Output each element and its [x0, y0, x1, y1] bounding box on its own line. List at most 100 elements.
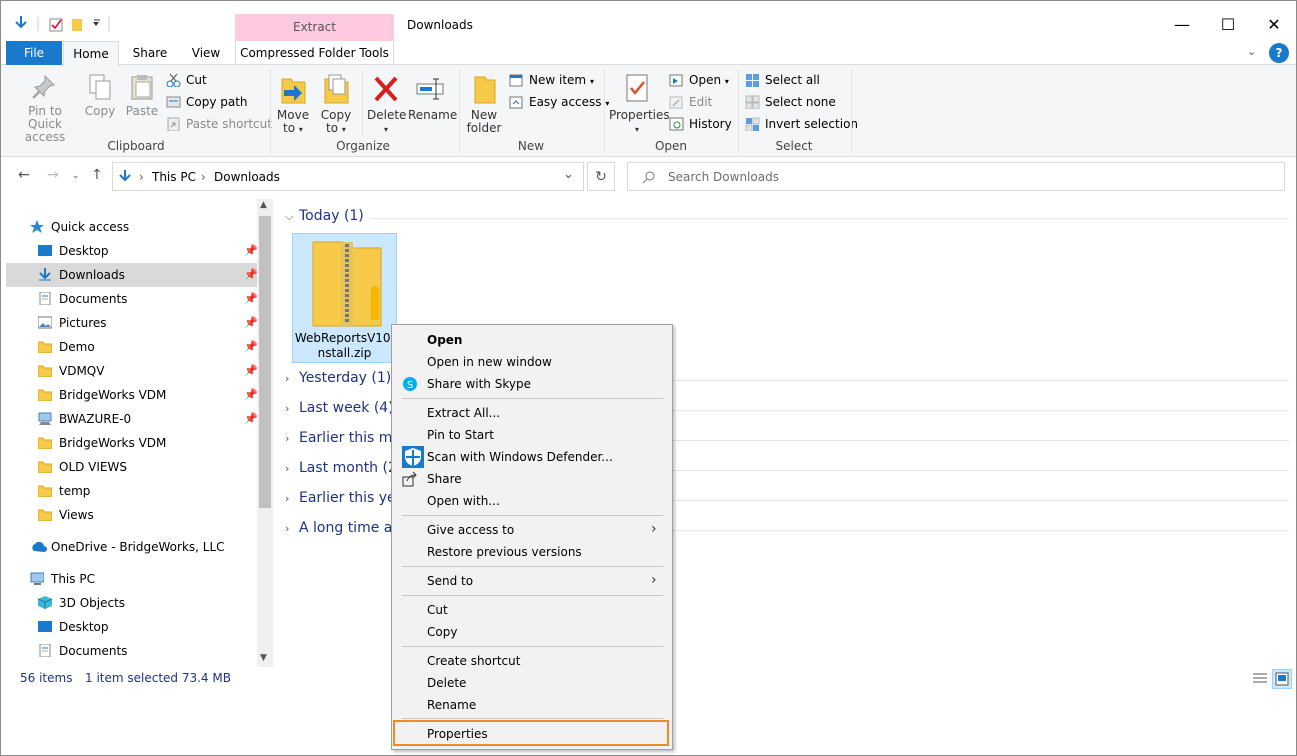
address-bar[interactable]: › This PC › Downloads ⌄	[112, 162, 584, 191]
rename-button[interactable]: Rename	[408, 73, 457, 122]
nav-pc-desktop[interactable]: Desktop	[6, 615, 257, 639]
menu-rename[interactable]: Rename	[427, 694, 476, 716]
properties-button[interactable]: Properties ▾	[609, 73, 670, 136]
menu-pin-to-start[interactable]: Pin to Start	[427, 424, 494, 446]
copy-path-button[interactable]: Copy path	[166, 92, 248, 112]
nav-item-pictures[interactable]: Pictures 📌	[6, 311, 258, 335]
pin-icon[interactable]: 📌	[244, 383, 258, 407]
move-to-button[interactable]: Move to ▾	[276, 73, 310, 136]
refresh-button[interactable]: ↻	[587, 162, 615, 191]
group-header[interactable]: › Last week (4)	[285, 400, 394, 416]
menu-share[interactable]: Share	[427, 468, 462, 490]
cut-button[interactable]: Cut	[166, 70, 207, 90]
menu-open[interactable]: Open	[427, 329, 462, 351]
group-header[interactable]: › Earlier this yea	[285, 490, 404, 506]
tab-share[interactable]: Share	[125, 41, 175, 65]
nav-item-desktop[interactable]: Desktop 📌	[6, 239, 258, 263]
copy-to-button[interactable]: Copy to ▾	[319, 73, 353, 136]
delete-button[interactable]: Delete ▾	[367, 73, 406, 136]
edit-button[interactable]: Edit	[669, 92, 712, 112]
nav-3d-objects[interactable]: 3D Objects	[6, 591, 257, 615]
paste-shortcut-button[interactable]: Paste shortcut	[166, 114, 272, 134]
nav-item-bridgeworks-vdm[interactable]: BridgeWorks VDM	[6, 431, 257, 455]
nav-quick-access[interactable]: Quick access	[6, 215, 257, 239]
menu-copy[interactable]: Copy	[427, 621, 457, 643]
nav-item-downloads[interactable]: Downloads 📌	[6, 263, 258, 287]
menu-extract-all[interactable]: Extract All...	[427, 402, 500, 424]
history-button[interactable]: History	[669, 114, 732, 134]
menu-give-access[interactable]: Give access to	[427, 519, 514, 541]
group-header[interactable]: › Earlier this mo	[285, 430, 401, 446]
maximize-button[interactable]: ☐	[1205, 11, 1251, 39]
breadcrumb-this-pc[interactable]: This PC	[152, 170, 196, 184]
up-button[interactable]: ↑	[91, 167, 103, 183]
tab-file[interactable]: File	[6, 41, 62, 65]
group-header[interactable]: › Yesterday (1)	[285, 370, 391, 386]
group-header[interactable]: › A long time ag	[285, 520, 401, 536]
scroll-down-arrow-icon[interactable]: ▼	[260, 653, 267, 663]
tab-compressed-folder-tools[interactable]: Compressed Folder Tools	[235, 41, 394, 65]
details-view-button[interactable]	[1250, 669, 1270, 689]
group-header[interactable]: ⌵ Today (1)	[285, 208, 364, 224]
nav-item-vdmqv[interactable]: VDMQV 📌	[6, 359, 258, 383]
pin-to-quick-access-button[interactable]: Pin to Quick access	[11, 73, 79, 144]
select-none-button[interactable]: Select none	[745, 92, 836, 112]
qat-icons[interactable]	[14, 13, 114, 37]
paste-button[interactable]: Paste	[125, 73, 159, 118]
nav-pane-scroll-thumb[interactable]	[259, 216, 271, 508]
group-header[interactable]: › Last month (2	[285, 460, 397, 476]
pin-icon[interactable]: 📌	[244, 287, 258, 311]
menu-cut[interactable]: Cut	[427, 599, 448, 621]
nav-item-temp[interactable]: temp	[6, 479, 257, 503]
menu-open-with[interactable]: Open with...	[427, 490, 500, 512]
pin-icon[interactable]: 📌	[244, 311, 258, 335]
scroll-up-arrow-icon[interactable]: ▲	[260, 200, 267, 210]
file-item-selected[interactable]: WebReportsV10I nstall.zip	[292, 233, 397, 363]
nav-item-documents[interactable]: Documents 📌	[6, 287, 258, 311]
close-button[interactable]: ✕	[1251, 11, 1296, 39]
pin-icon[interactable]: 📌	[244, 239, 258, 263]
nav-label: temp	[59, 484, 91, 498]
copy-button[interactable]: Copy	[83, 73, 117, 118]
menu-restore-versions[interactable]: Restore previous versions	[427, 541, 582, 563]
easy-access-button[interactable]: Easy access ▾	[509, 92, 609, 112]
menu-properties[interactable]: Properties	[427, 723, 488, 745]
minimize-button[interactable]: —	[1159, 11, 1205, 39]
menu-send-to[interactable]: Send to	[427, 570, 473, 592]
open-button[interactable]: Open ▾	[669, 70, 729, 90]
address-dropdown-chevron-icon[interactable]: ⌄	[563, 167, 574, 182]
pin-icon[interactable]: 📌	[244, 407, 258, 431]
breadcrumb-downloads[interactable]: Downloads	[214, 170, 280, 184]
ribbon-expand-chevron-icon[interactable]: ⌄	[1247, 45, 1256, 58]
search-box[interactable]: Search Downloads	[627, 162, 1285, 191]
forward-button[interactable]: →	[47, 167, 59, 183]
menu-separator	[402, 646, 663, 647]
recent-locations-chevron-icon[interactable]: ⌄	[72, 171, 80, 181]
pin-icon[interactable]: 📌	[244, 263, 258, 287]
computer-icon	[30, 572, 44, 585]
menu-scan-defender[interactable]: Scan with Windows Defender...	[427, 446, 613, 468]
nav-item-bwazure-0[interactable]: BWAZURE-0 📌	[6, 407, 258, 431]
new-item-button[interactable]: New item ▾	[509, 70, 594, 90]
nav-item-bridgeworks-vdm[interactable]: BridgeWorks VDM 📌	[6, 383, 258, 407]
nav-item-old-views[interactable]: OLD VIEWS	[6, 455, 257, 479]
pin-icon[interactable]: 📌	[244, 335, 258, 359]
menu-share-skype[interactable]: Share with Skype	[427, 373, 531, 395]
invert-selection-button[interactable]: Invert selection	[745, 114, 858, 134]
new-folder-button[interactable]: New folder	[464, 73, 504, 135]
menu-open-new-window[interactable]: Open in new window	[427, 351, 552, 373]
menu-delete[interactable]: Delete	[427, 672, 466, 694]
large-icons-view-button[interactable]	[1272, 669, 1292, 689]
pin-icon[interactable]: 📌	[244, 359, 258, 383]
tab-view[interactable]: View	[181, 41, 231, 65]
nav-pc-documents[interactable]: Documents	[6, 639, 257, 663]
help-icon[interactable]: ?	[1269, 43, 1289, 63]
tab-home[interactable]: Home	[63, 41, 119, 66]
select-all-button[interactable]: Select all	[745, 70, 820, 90]
nav-item-demo[interactable]: Demo 📌	[6, 335, 258, 359]
nav-onedrive[interactable]: OneDrive - BridgeWorks, LLC	[6, 535, 257, 559]
nav-this-pc[interactable]: This PC	[6, 567, 257, 591]
menu-create-shortcut[interactable]: Create shortcut	[427, 650, 520, 672]
nav-item-views[interactable]: Views	[6, 503, 257, 527]
back-button[interactable]: ←	[18, 167, 30, 183]
